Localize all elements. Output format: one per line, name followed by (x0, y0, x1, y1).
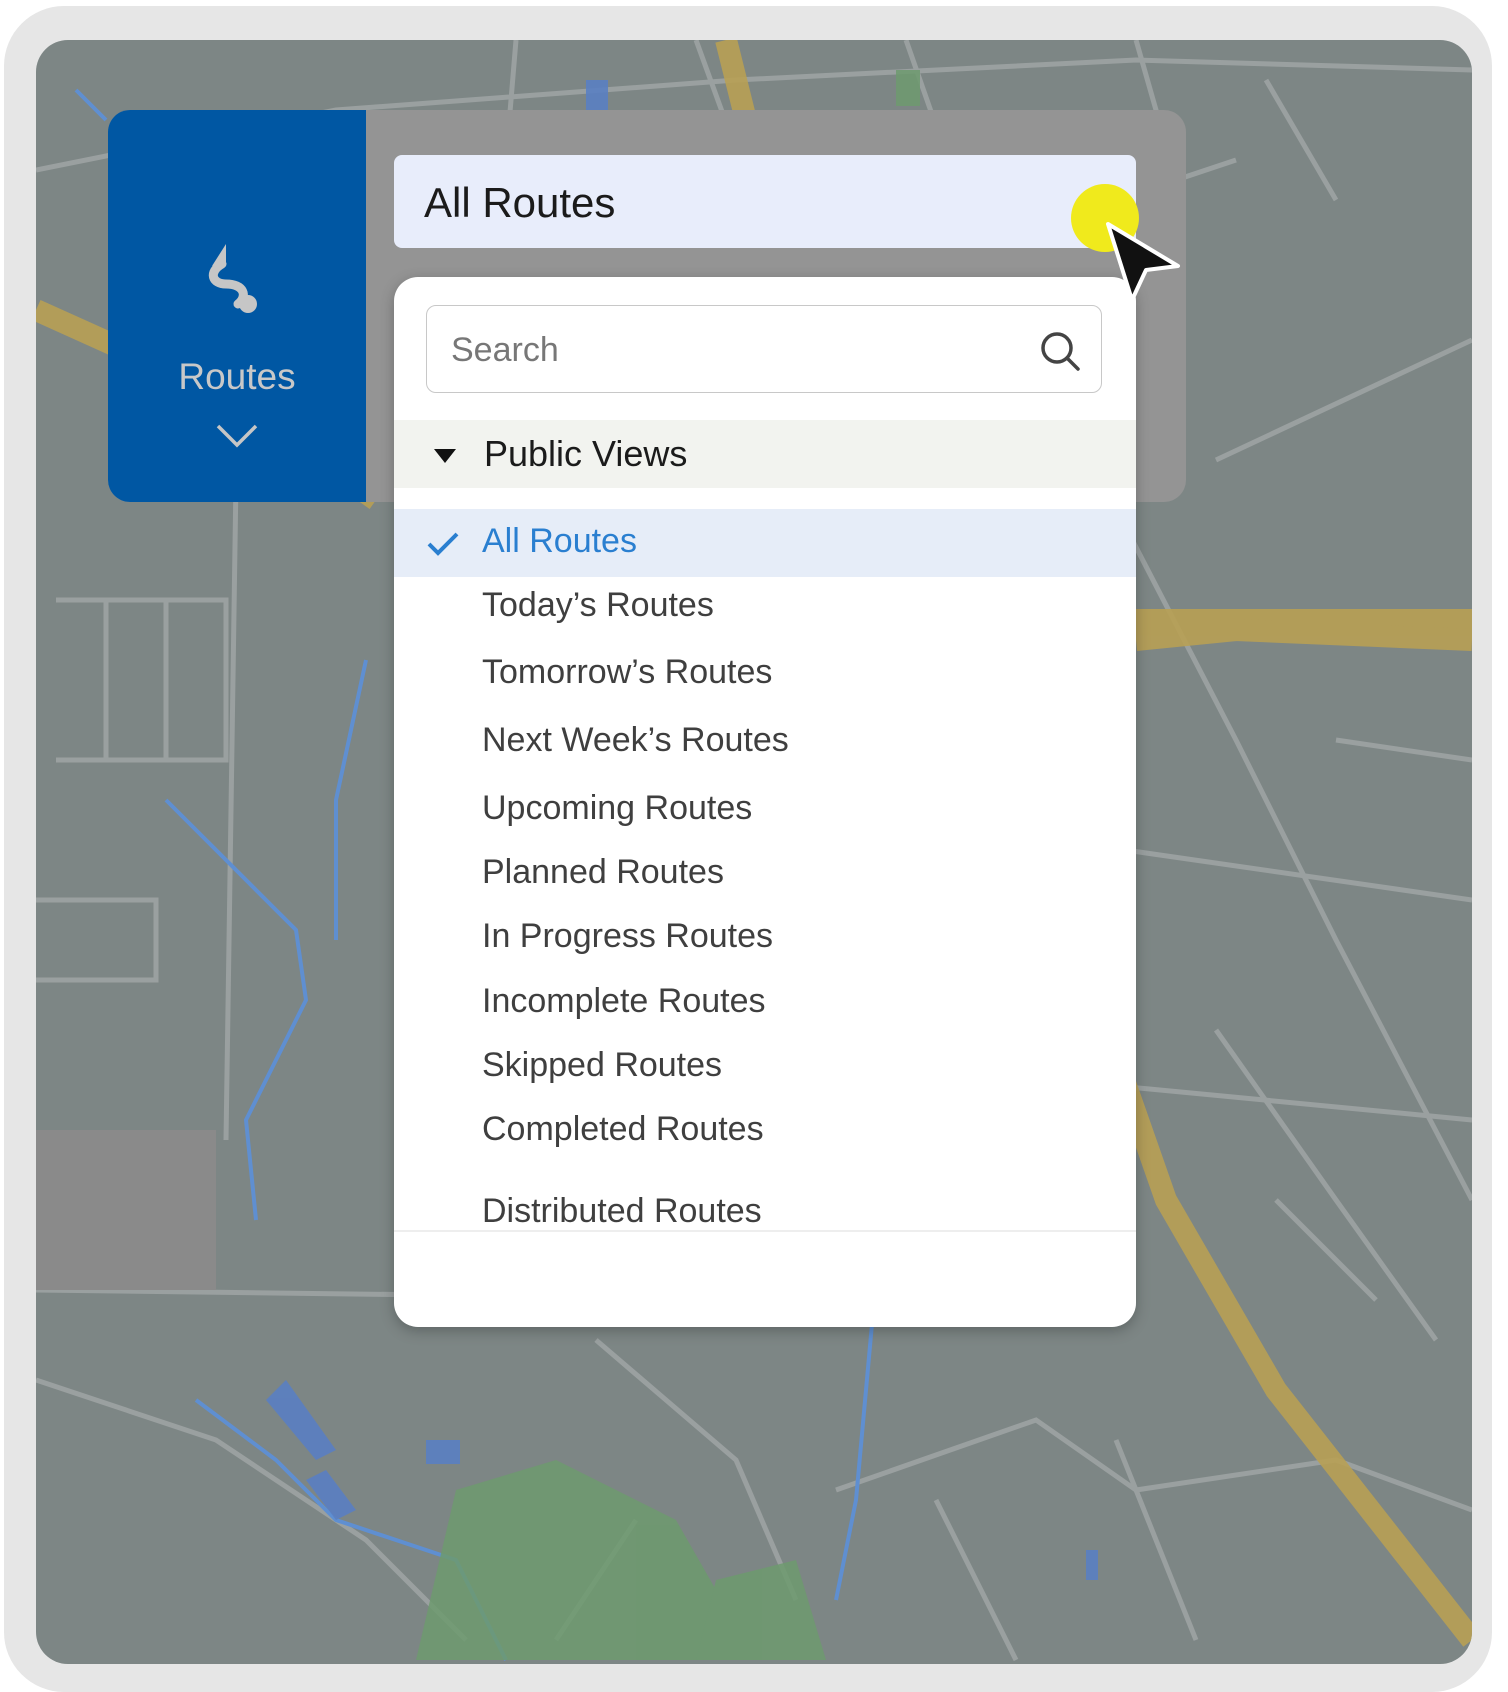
view-select[interactable]: All Routes (394, 155, 1136, 248)
menu-item-label: Distributed Routes (482, 1192, 762, 1230)
menu-item-all-routes[interactable]: All Routes (394, 509, 1136, 577)
menu-item-planned-routes[interactable]: Planned Routes (394, 840, 1136, 908)
menu-item-label: Completed Routes (482, 1110, 764, 1148)
menu-item-tomorrows-routes[interactable]: Tomorrow’s Routes (394, 640, 1136, 708)
group-header-public-views[interactable]: Public Views (394, 420, 1136, 488)
app-label: Routes (178, 356, 296, 397)
menu-item-next-weeks-routes[interactable]: Next Week’s Routes (394, 708, 1136, 776)
menu-item-label: Skipped Routes (482, 1046, 723, 1084)
menu-item-label: Next Week’s Routes (482, 721, 789, 759)
search-box[interactable] (426, 305, 1102, 393)
menu-item-label: Tomorrow’s Routes (482, 653, 773, 691)
menu-item-incomplete-routes[interactable]: Incomplete Routes (394, 969, 1136, 1037)
group-label: Public Views (484, 433, 688, 474)
menu-item-upcoming-routes[interactable]: Upcoming Routes (394, 776, 1136, 844)
menu-item-todays-routes[interactable]: Today’s Routes (394, 573, 1136, 641)
selected-view: All Routes (424, 179, 616, 226)
search-icon[interactable] (1039, 330, 1081, 372)
menu-item-label: In Progress Routes (482, 917, 774, 955)
view-dropdown-menu: Public Views All Routes Today’s Routes T… (394, 277, 1136, 1327)
menu-item-label: Planned Routes (482, 853, 724, 891)
check-icon (427, 532, 459, 556)
menu-item-label: Incomplete Routes (482, 982, 766, 1020)
menu-item-completed-routes[interactable]: Completed Routes (394, 1097, 1136, 1165)
menu-item-in-progress-routes[interactable]: In Progress Routes (394, 904, 1136, 972)
routes-app-tile[interactable]: Routes (108, 110, 366, 502)
mouse-cursor-icon (1106, 222, 1180, 302)
menu-item-skipped-routes[interactable]: Skipped Routes (394, 1033, 1136, 1101)
search-input[interactable] (449, 322, 1013, 378)
route-icon (208, 244, 257, 313)
menu-item-label: Upcoming Routes (482, 789, 753, 827)
menu-item-label: All Routes (482, 522, 637, 560)
menu-item-label: Today’s Routes (482, 586, 714, 624)
chevron-down-icon[interactable] (214, 422, 260, 450)
caret-down-icon (434, 449, 456, 463)
menu-item-distributed-routes[interactable]: Distributed Routes (394, 1179, 1136, 1247)
